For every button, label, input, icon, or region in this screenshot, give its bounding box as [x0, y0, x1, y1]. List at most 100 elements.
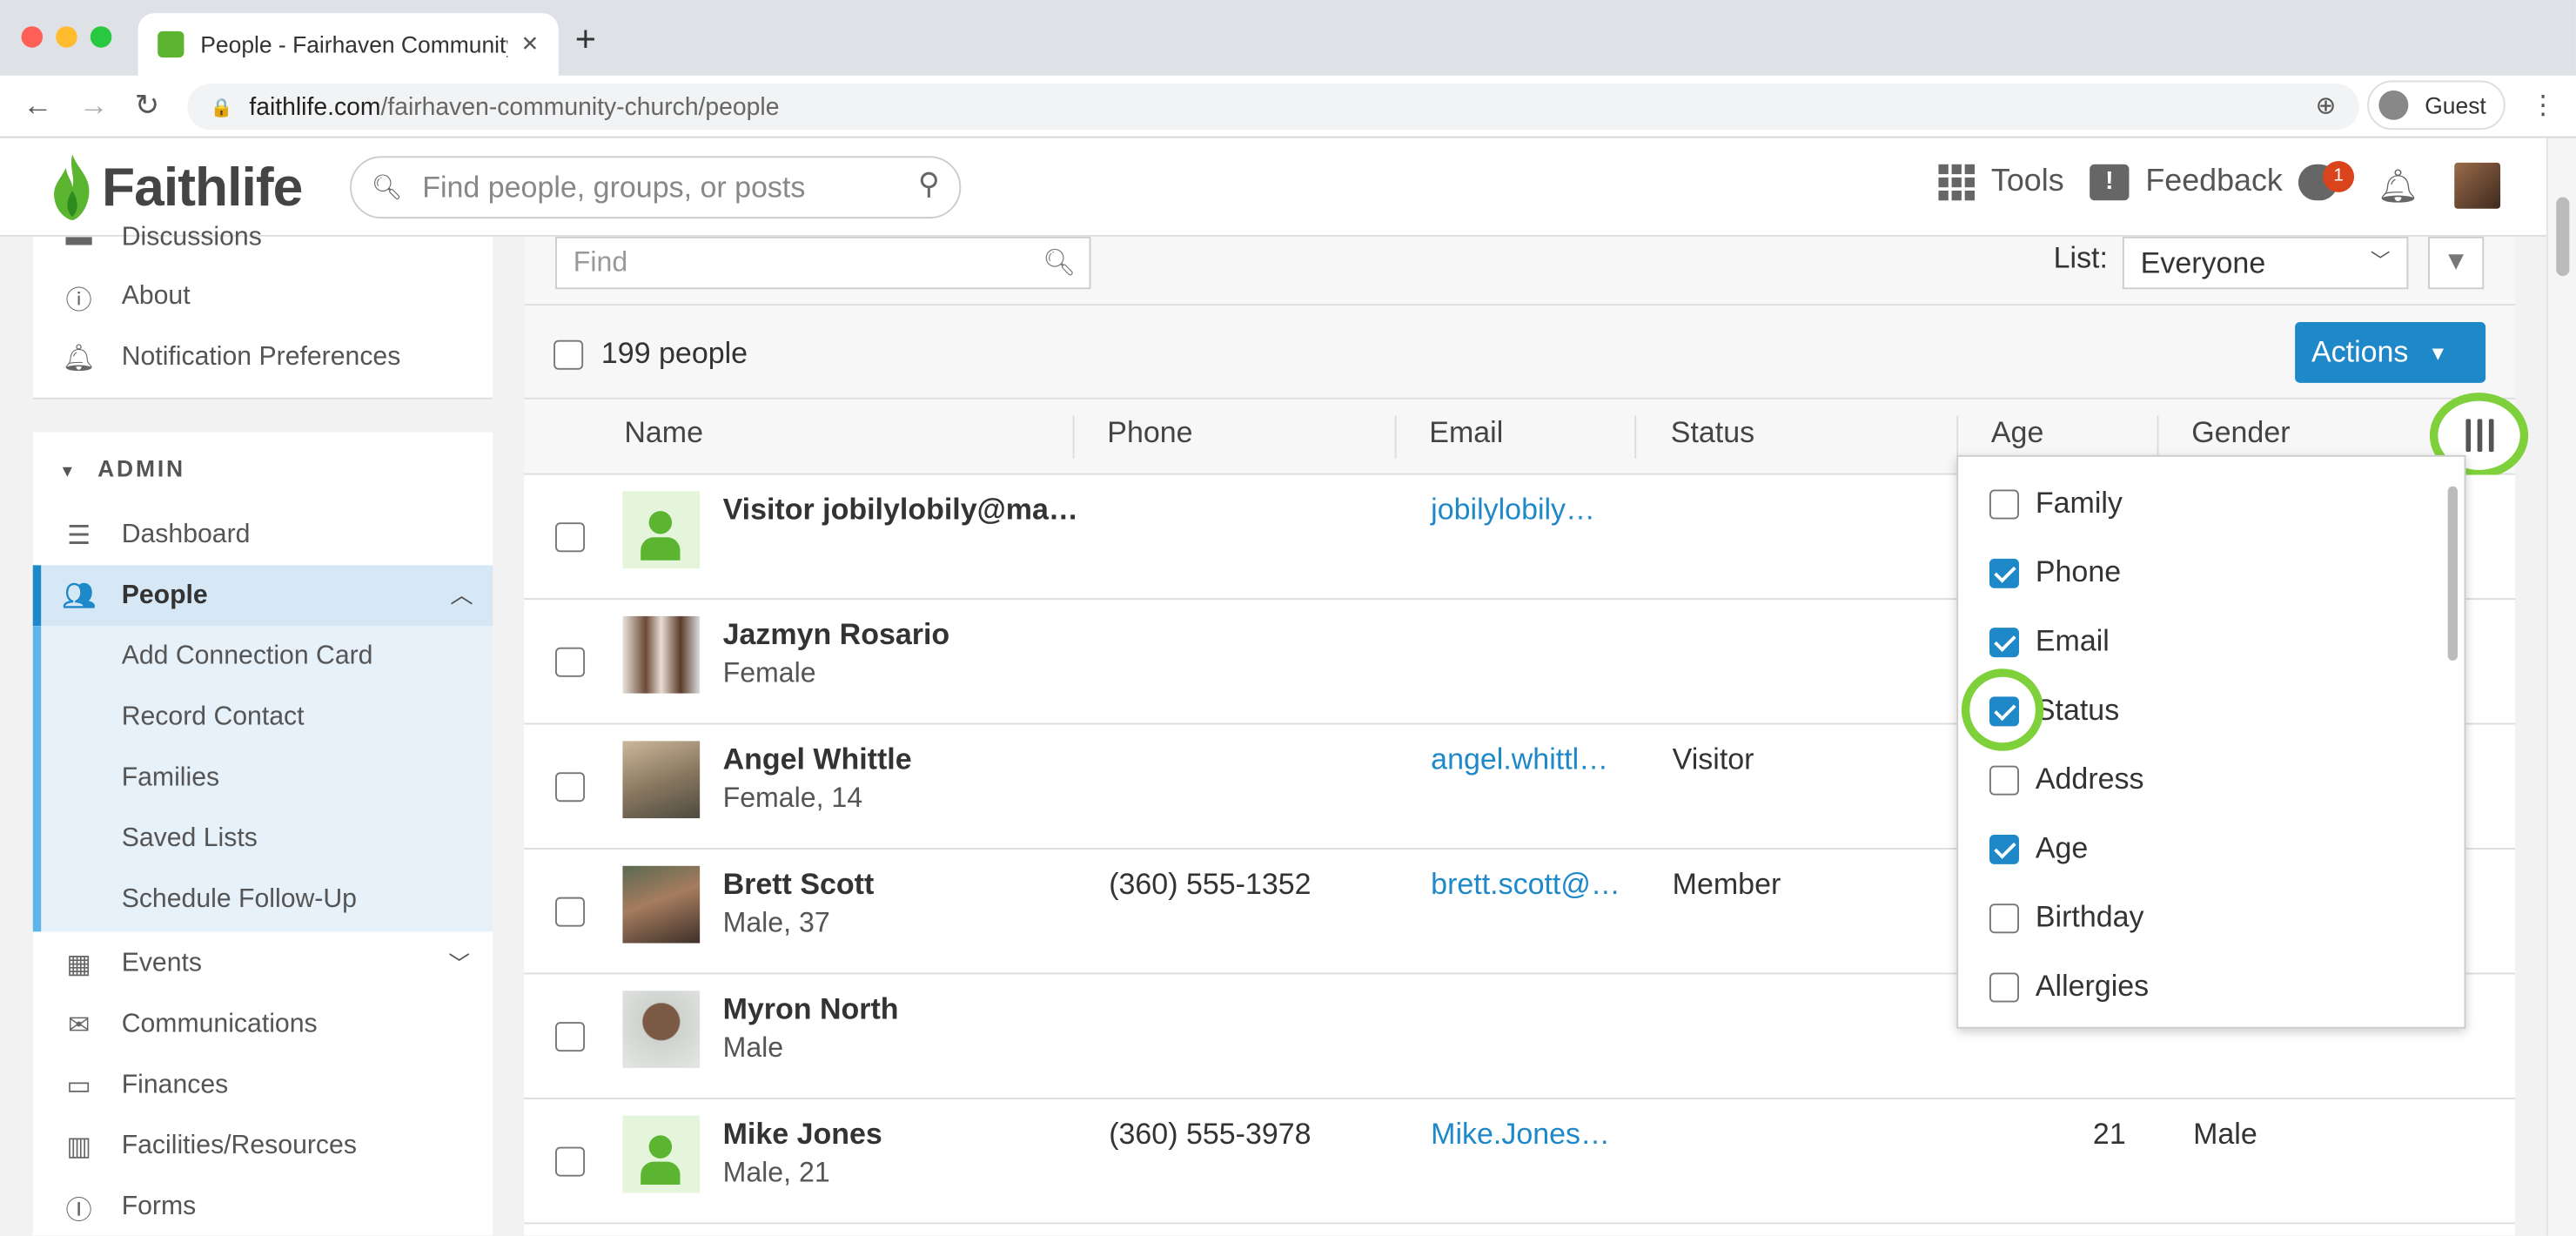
default-avatar — [622, 1115, 701, 1193]
window-maximize-button[interactable] — [90, 26, 112, 48]
column-option-checkbox[interactable] — [1989, 488, 2019, 519]
sidebar-item-discussions[interactable]: ▬ Discussions — [33, 207, 493, 268]
location-pin-icon[interactable]: ⚲ — [918, 168, 940, 203]
sidebar-item-about[interactable]: ⓘ About — [33, 266, 493, 327]
column-option-phone[interactable]: Phone — [1989, 555, 2121, 590]
form-icon: Ⓘ — [65, 1197, 92, 1226]
zoom-icon[interactable]: ⊕ — [2316, 91, 2337, 120]
tools-button[interactable]: Tools — [1938, 164, 2064, 201]
column-option-label: Age — [2035, 831, 2089, 864]
url-host: faithlife.com — [249, 92, 381, 121]
search-icon: 🔍︎ — [1043, 249, 1077, 279]
person-name[interactable]: Jazmyn Rosario — [723, 618, 950, 653]
person-name[interactable]: Mike Jones — [723, 1118, 882, 1152]
profile-button[interactable]: Guest — [2367, 80, 2506, 131]
select-all[interactable]: 199 people — [553, 337, 748, 372]
person-name[interactable]: Myron North — [723, 992, 899, 1027]
new-tab-icon[interactable]: + — [575, 19, 596, 59]
chevron-up-icon[interactable]: ︿ — [450, 578, 473, 611]
browser-tab-bar: People - Fairhaven Community Church ✕ + — [0, 0, 2576, 76]
window-minimize-button[interactable] — [56, 26, 77, 48]
column-option-checkbox[interactable] — [1989, 627, 2019, 657]
row-checkbox[interactable] — [555, 1146, 586, 1177]
col-header-age[interactable]: Age — [1991, 416, 2043, 451]
select-all-checkbox[interactable] — [553, 339, 584, 369]
column-option-checkbox[interactable] — [1989, 834, 2019, 863]
column-divider — [1956, 415, 1959, 459]
chevron-down-icon[interactable]: ﹀ — [448, 946, 470, 977]
url-field[interactable]: 🔒 faithlife.com/fairhaven-community-chur… — [187, 84, 2359, 131]
column-option-address[interactable]: Address — [1989, 762, 2144, 797]
column-option-checkbox[interactable] — [1989, 971, 2019, 1002]
sidebar-item-forms[interactable]: Ⓘ Forms — [33, 1177, 493, 1236]
row-checkbox[interactable] — [555, 897, 586, 927]
page-scrollbar[interactable] — [2546, 138, 2576, 1236]
sidebar-item-record-contact[interactable]: Record Contact — [122, 687, 305, 748]
admin-section-toggle[interactable]: ▼ ADMIN — [59, 455, 185, 481]
find-input[interactable]: Find 🔍︎ — [555, 236, 1091, 290]
person-details: Male, 21 — [722, 1156, 830, 1188]
sidebar-item-events[interactable]: ▦ Events ﹀ — [33, 933, 493, 994]
notifications-bell-icon[interactable]: 🔔︎ — [2378, 166, 2419, 207]
person-details: Female, 14 — [722, 782, 863, 814]
sidebar-item-communications[interactable]: ✉ Communications — [33, 994, 493, 1055]
menu-scrollbar[interactable] — [2447, 486, 2458, 661]
column-option-age[interactable]: Age — [1989, 831, 2088, 866]
sidebar-item-finances[interactable]: ▭ Finances — [33, 1055, 493, 1116]
sidebar-item-saved-lists[interactable]: Saved Lists — [122, 809, 258, 870]
col-header-phone[interactable]: Phone — [1107, 416, 1192, 451]
admin-sidebar-card: ▼ ADMIN ☰ Dashboard 👥︎ People ︿ Add Conne… — [32, 432, 493, 1236]
back-arrow-icon[interactable]: ← — [23, 87, 52, 124]
actions-button[interactable]: Actions ▼ — [2295, 321, 2486, 383]
chat-icon: ▬ — [65, 222, 92, 251]
person-name[interactable]: Angel Whittle — [723, 742, 912, 777]
scrollbar-thumb[interactable] — [2556, 197, 2570, 277]
feedback-button[interactable]: ! Feedback — [2090, 164, 2283, 201]
table-row[interactable]: Mike Jones Male, 21 (360) 555-3978 Mike.… — [524, 1099, 2516, 1225]
person-email[interactable]: angel.whittl… — [1431, 742, 1608, 777]
person-email[interactable]: Mike.Jones… — [1431, 1118, 1610, 1152]
person-name[interactable]: Visitor jobilylobily@ma… — [723, 493, 1078, 527]
sidebar-item-people[interactable]: 👥︎ People ︿ — [32, 565, 493, 627]
col-header-email[interactable]: Email — [1429, 416, 1503, 451]
browser-tab[interactable]: People - Fairhaven Community Church ✕ — [138, 13, 559, 76]
col-header-gender[interactable]: Gender — [2191, 416, 2290, 451]
sidebar-item-add-connection-card[interactable]: Add Connection Card — [122, 626, 373, 687]
person-status: Visitor — [1672, 742, 1754, 776]
window-close-button[interactable] — [21, 26, 44, 48]
row-checkbox[interactable] — [555, 647, 586, 677]
column-option-allergies[interactable]: Allergies — [1989, 970, 2149, 1004]
column-option-birthday[interactable]: Birthday — [1989, 900, 2144, 935]
column-option-label: Status — [2035, 693, 2120, 727]
filter-button[interactable]: ▼ — [2428, 236, 2485, 290]
column-option-family[interactable]: Family — [1989, 487, 2123, 521]
sidebar-item-schedule-follow-up[interactable]: Schedule Follow-Up — [122, 870, 357, 930]
row-checkbox[interactable] — [555, 522, 586, 553]
reload-icon[interactable]: ↻ — [135, 87, 159, 124]
user-avatar[interactable] — [2454, 162, 2501, 209]
chevron-down-icon: ﹀ — [2370, 249, 2391, 273]
person-email[interactable]: jobilylobily… — [1431, 493, 1595, 527]
row-checkbox[interactable] — [555, 1022, 586, 1052]
sidebar-item-families[interactable]: Families — [122, 748, 219, 809]
sidebar-item-dashboard[interactable]: ☰ Dashboard — [33, 505, 493, 566]
column-option-checkbox[interactable] — [1989, 903, 2019, 933]
person-email[interactable]: brett.scott@… — [1431, 868, 1620, 903]
sidebar-item-notification-preferences[interactable]: 🔔︎ Notification Preferences — [33, 327, 493, 388]
column-option-email[interactable]: Email — [1989, 624, 2110, 659]
person-name[interactable]: Brett Scott — [723, 868, 875, 903]
list-select[interactable]: Everyone ﹀ — [2122, 236, 2409, 290]
tools-label: Tools — [1990, 164, 2064, 199]
browser-menu-icon[interactable]: ⋮ — [2530, 89, 2556, 122]
lock-icon: 🔒 — [210, 97, 233, 118]
person-photo — [622, 865, 701, 944]
sidebar-item-facilities[interactable]: ▥ Facilities/Resources — [33, 1116, 493, 1177]
col-header-name[interactable]: Name — [624, 416, 703, 451]
column-divider — [2157, 415, 2159, 459]
column-option-checkbox[interactable] — [1989, 557, 2019, 588]
forward-arrow-icon[interactable]: → — [79, 87, 109, 124]
tab-close-icon[interactable]: ✕ — [521, 31, 540, 57]
row-checkbox[interactable] — [555, 772, 586, 803]
col-header-status[interactable]: Status — [1671, 416, 1754, 451]
column-option-checkbox[interactable] — [1989, 764, 2019, 795]
